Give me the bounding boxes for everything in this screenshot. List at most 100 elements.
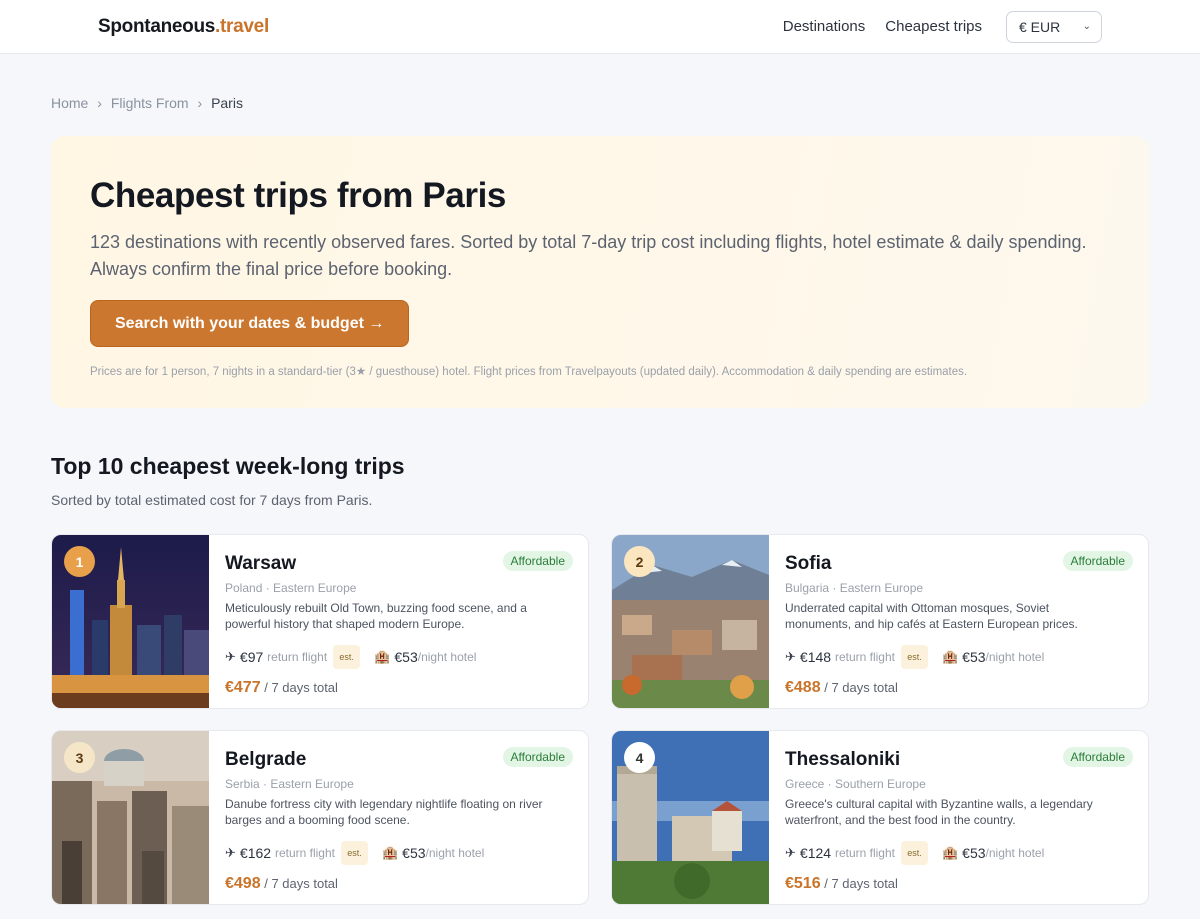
hotel-price-group: 🏨 €53/night hotel <box>942 649 1044 665</box>
card-body: Affordable Belgrade Serbia · Eastern Eur… <box>209 731 588 904</box>
trip-card[interactable]: 3 Affordable Belgrade Serbia · Eastern E… <box>51 730 589 905</box>
flight-price: €97 <box>239 649 264 665</box>
airplane-icon: ✈ <box>785 845 796 860</box>
price-row: ✈ €148 return flight est. 🏨 €53/night ho… <box>785 645 1132 669</box>
chevron-down-icon: ⌄ <box>1082 21 1091 32</box>
city-region: Bulgaria · Eastern Europe <box>785 581 924 595</box>
destination-image: 3 <box>52 731 209 904</box>
price-tier-badge: Affordable <box>502 747 573 767</box>
return-flight-label: return flight <box>834 650 895 664</box>
card-body: Affordable Warsaw Poland · Eastern Europ… <box>209 535 588 708</box>
total-price-row: €516 / 7 days total <box>785 875 1132 893</box>
total-price-row: €498 / 7 days total <box>225 875 572 893</box>
price-tier-badge: Affordable <box>1062 551 1133 571</box>
section-title: Top 10 cheapest week-long trips <box>51 453 405 479</box>
days-total-label: / 7 days total <box>824 876 898 891</box>
city-description: Meticulously rebuilt Old Town, buzzing f… <box>225 601 527 631</box>
trip-card[interactable]: 2 Affordable Sofia Bulgaria · Eastern Eu… <box>611 534 1149 709</box>
hotel-price-group: 🏨 €53/night hotel <box>382 845 484 861</box>
flight-price: €162 <box>239 845 272 861</box>
breadcrumb-separator: › <box>97 95 102 111</box>
trip-card[interactable]: 1 Affordable Warsaw Poland · Eastern Eur… <box>51 534 589 709</box>
night-hotel-label: /night hotel <box>985 846 1045 860</box>
flight-price: €148 <box>799 649 832 665</box>
total-price: €498 <box>225 875 261 892</box>
nav-destinations-link[interactable]: Destinations <box>783 18 866 35</box>
night-hotel-label: /night hotel <box>425 846 485 860</box>
card-body: Affordable Sofia Bulgaria · Eastern Euro… <box>769 535 1148 708</box>
return-flight-label: return flight <box>834 846 895 860</box>
hotel-price: €53 <box>962 845 986 861</box>
estimate-tag: est. <box>900 841 928 865</box>
search-dates-budget-button[interactable]: Search with your dates & budget → <box>90 300 410 347</box>
estimate-tag: est. <box>900 645 928 669</box>
destination-image: 4 <box>612 731 769 904</box>
price-tier-badge: Affordable <box>502 551 573 571</box>
city-description: Underrated capital with Ottoman mosques,… <box>785 601 1078 631</box>
breadcrumb-flights-from[interactable]: Flights From <box>111 95 189 111</box>
rank-badge: 3 <box>64 742 95 773</box>
city-region: Serbia · Eastern Europe <box>225 777 354 791</box>
days-total-label: / 7 days total <box>264 876 338 891</box>
hotel-price: €53 <box>394 649 418 665</box>
total-price: €488 <box>785 679 821 696</box>
rank-badge: 4 <box>624 742 655 773</box>
rank-badge: 1 <box>64 546 95 577</box>
airplane-icon: ✈ <box>225 845 236 860</box>
hotel-icon: 🏨 <box>941 649 959 664</box>
return-flight-label: return flight <box>267 650 328 664</box>
card-body: Affordable Thessaloniki Greece · Souther… <box>769 731 1148 904</box>
pricing-note: Prices are for 1 person, 7 nights in a s… <box>90 366 968 378</box>
logo-accent: .travel <box>215 15 269 37</box>
price-row: ✈ €162 return flight est. 🏨 €53/night ho… <box>225 841 572 865</box>
total-price: €477 <box>225 679 261 696</box>
hotel-price: €53 <box>962 649 986 665</box>
nav-cheapest-trips-link[interactable]: Cheapest trips <box>885 18 982 35</box>
airplane-icon: ✈ <box>785 649 796 664</box>
breadcrumb-home[interactable]: Home <box>51 95 88 111</box>
section-subtitle: Sorted by total estimated cost for 7 day… <box>51 492 373 508</box>
price-row: ✈ €97 return flight est. 🏨 €53/night hot… <box>225 645 572 669</box>
price-row: ✈ €124 return flight est. 🏨 €53/night ho… <box>785 841 1132 865</box>
trip-card[interactable]: 4 Affordable Thessaloniki Greece · South… <box>611 730 1149 905</box>
page-title: Cheapest trips from Paris <box>90 176 506 215</box>
hero-subtitle: 123 destinations with recently observed … <box>90 232 1087 279</box>
city-description: Greece's cultural capital with Byzantine… <box>785 797 1093 827</box>
city-region: Poland · Eastern Europe <box>225 581 357 595</box>
breadcrumb-separator: › <box>197 95 203 111</box>
trip-card-grid: 1 Affordable Warsaw Poland · Eastern Eur… <box>51 534 1149 905</box>
top-navbar: Spontaneous.travel Destinations Cheapest… <box>0 0 1200 54</box>
total-price-row: €477 / 7 days total <box>225 679 572 697</box>
hotel-price-group: 🏨 €53/night hotel <box>942 845 1044 861</box>
estimate-tag: est. <box>333 645 361 669</box>
destination-image: 1 <box>52 535 209 708</box>
hotel-icon: 🏨 <box>381 845 399 860</box>
days-total-label: / 7 days total <box>824 680 898 695</box>
hotel-icon: 🏨 <box>374 649 391 664</box>
rank-badge: 2 <box>624 546 655 577</box>
airplane-icon: ✈ <box>225 649 236 664</box>
price-tier-badge: Affordable <box>1062 747 1133 767</box>
main-nav: Destinations Cheapest trips € EUR ⌄ <box>763 10 1102 43</box>
estimate-tag: est. <box>340 841 368 865</box>
currency-select[interactable]: € EUR ⌄ <box>1006 10 1102 43</box>
destination-image: 2 <box>612 535 769 708</box>
night-hotel-label: /night hotel <box>985 650 1045 664</box>
return-flight-label: return flight <box>274 846 335 860</box>
breadcrumb: Home › Flights From › Paris <box>51 95 1149 111</box>
hotel-price-group: 🏨 €53/night hotel <box>374 649 476 665</box>
city-region: Greece · Southern Europe <box>785 777 926 791</box>
total-price: €516 <box>785 875 821 892</box>
city-description: Danube fortress city with legendary nigh… <box>225 797 543 827</box>
site-logo[interactable]: Spontaneous.travel <box>98 16 269 38</box>
hotel-price: €53 <box>402 845 426 861</box>
flight-price: €124 <box>799 845 832 861</box>
total-price-row: €488 / 7 days total <box>785 679 1132 697</box>
hero-banner: Cheapest trips from Paris 123 destinatio… <box>51 136 1149 408</box>
breadcrumb-current: Paris <box>211 95 243 111</box>
hotel-icon: 🏨 <box>941 845 959 860</box>
logo-main: Spontaneous <box>98 15 216 37</box>
currency-value: € EUR <box>1019 18 1061 35</box>
days-total-label: / 7 days total <box>264 680 338 695</box>
night-hotel-label: /night hotel <box>417 650 477 664</box>
